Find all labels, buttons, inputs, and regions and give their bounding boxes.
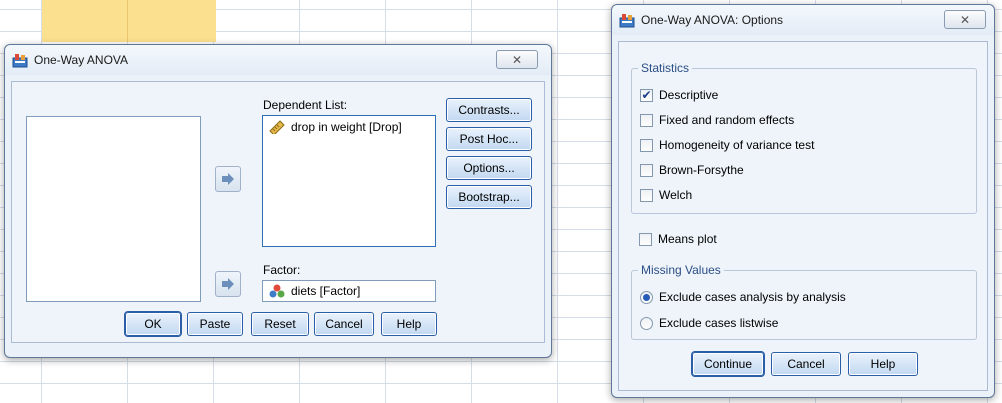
cancel-button[interactable]: Cancel [314, 312, 374, 336]
dependent-list[interactable]: drop in weight [Drop] [262, 115, 436, 247]
homogeneity-checkbox[interactable]: Homogeneity of variance test [640, 137, 814, 153]
checkbox-unchecked[interactable] [640, 113, 653, 127]
dependent-list-label: Dependent List: [263, 98, 348, 112]
post-hoc-button[interactable]: Post Hoc... [446, 127, 532, 151]
fixed-random-effects-checkbox[interactable]: Fixed and random effects [640, 112, 794, 128]
dependent-variable-label: drop in weight [Drop] [291, 120, 402, 134]
checkbox-unchecked[interactable] [639, 232, 652, 246]
source-variable-list[interactable] [26, 116, 201, 302]
factor-field[interactable]: diets [Factor] [262, 280, 436, 302]
arrow-right-icon [222, 173, 234, 185]
brown-forsythe-checkbox[interactable]: Brown-Forsythe [640, 162, 744, 178]
anova-title: One-Way ANOVA [34, 53, 129, 67]
options-titlebar: One-Way ANOVA: Options [612, 5, 994, 35]
factor-value: diets [Factor] [291, 284, 361, 298]
radio-unselected[interactable] [640, 316, 653, 330]
bootstrap-button[interactable]: Bootstrap... [446, 185, 532, 209]
checkbox-checked[interactable]: ✔ [640, 88, 653, 102]
checkbox-unchecked[interactable] [640, 163, 653, 177]
close-icon: ✕ [959, 12, 971, 27]
factor-item[interactable]: diets [Factor] [263, 281, 435, 301]
checkbox-unchecked[interactable] [640, 188, 653, 202]
help-button[interactable]: Help [848, 352, 918, 376]
exclude-analysis-radio[interactable]: Exclude cases analysis by analysis [640, 289, 846, 305]
spss-app-icon [12, 52, 28, 68]
ruler-icon [269, 120, 285, 134]
missing-values-group: Missing Values Exclude cases analysis by… [631, 263, 977, 340]
means-plot-checkbox[interactable]: Means plot [639, 231, 717, 247]
radio-selected[interactable] [640, 290, 653, 304]
checkbox-unchecked[interactable] [640, 138, 653, 152]
continue-button[interactable]: Continue [692, 352, 764, 376]
move-to-dependent-button[interactable] [215, 166, 241, 192]
highlighted-cells [42, 0, 216, 42]
missing-values-group-title: Missing Values [638, 263, 724, 277]
welch-checkbox[interactable]: Welch [640, 187, 692, 203]
anova-close-button[interactable]: ✕ [496, 50, 538, 69]
anova-client-area: Dependent List: drop in weight [Drop] Fa… [11, 81, 545, 343]
options-client-area: Statistics ✔ Descriptive Fixed and rando… [618, 41, 988, 391]
move-to-factor-button[interactable] [215, 271, 241, 297]
options-dialog: One-Way ANOVA: Options ✕ Statistics ✔ De… [611, 4, 995, 398]
options-title: One-Way ANOVA: Options [641, 13, 784, 27]
options-button[interactable]: Options... [446, 156, 532, 180]
spss-app-icon [619, 12, 635, 28]
help-button[interactable]: Help [381, 312, 437, 336]
statistics-group-title: Statistics [638, 61, 693, 75]
reset-button[interactable]: Reset [251, 312, 309, 336]
descriptive-checkbox[interactable]: ✔ Descriptive [640, 87, 718, 103]
options-close-button[interactable]: ✕ [944, 10, 986, 29]
statistics-group: Statistics ✔ Descriptive Fixed and rando… [631, 61, 977, 214]
factor-label: Factor: [263, 263, 301, 277]
paste-button[interactable]: Paste [187, 312, 243, 336]
anova-titlebar: One-Way ANOVA [5, 45, 551, 75]
cancel-button[interactable]: Cancel [771, 352, 841, 376]
list-item[interactable]: drop in weight [Drop] [263, 118, 435, 136]
exclude-listwise-radio[interactable]: Exclude cases listwise [640, 315, 778, 331]
contrasts-button[interactable]: Contrasts... [446, 98, 532, 122]
close-icon: ✕ [511, 52, 523, 67]
nominal-variable-icon [269, 284, 285, 298]
anova-dialog: One-Way ANOVA ✕ Dependent List: drop in … [4, 44, 552, 358]
ok-button[interactable]: OK [125, 312, 181, 336]
arrow-right-icon [222, 278, 234, 290]
